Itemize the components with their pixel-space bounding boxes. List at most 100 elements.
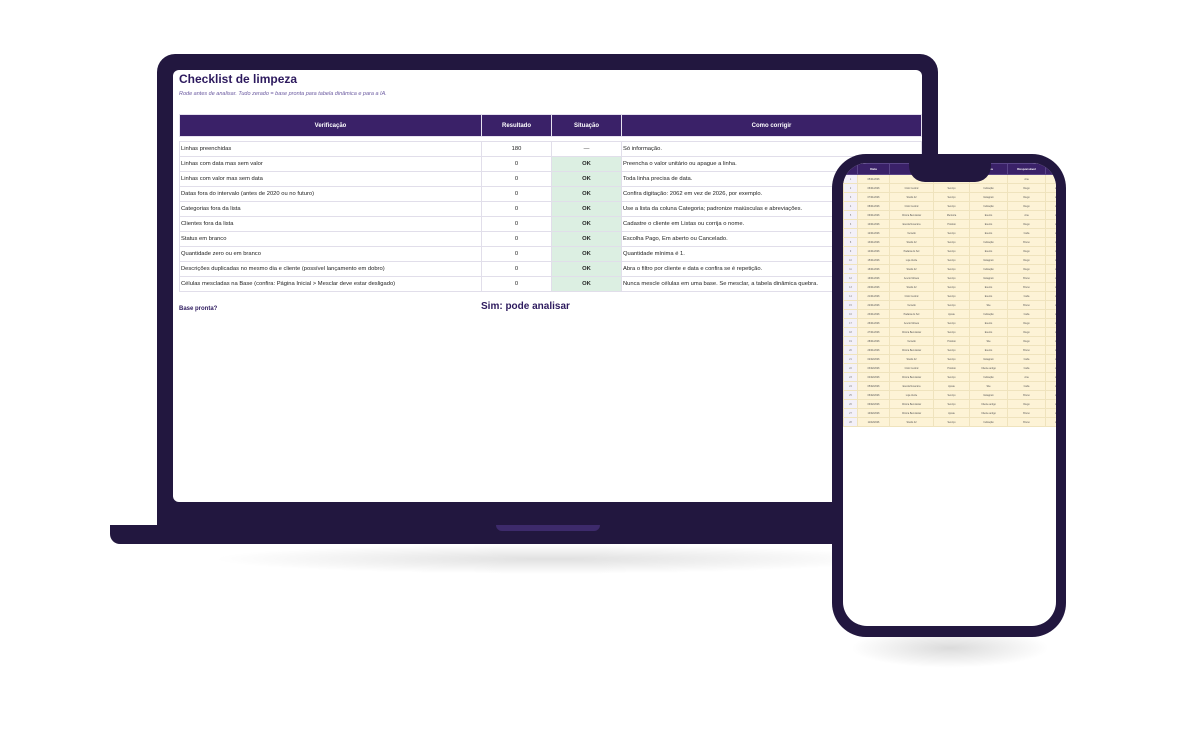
phone-cell[interactable]: Evento — [969, 318, 1008, 328]
phone-cell[interactable]: 10/01/2026 — [857, 219, 890, 229]
row-number[interactable]: 3 — [843, 192, 858, 202]
phone-cell[interactable]: Indicação — [969, 201, 1008, 211]
phone-cell[interactable]: Loja Verde — [889, 390, 934, 400]
phone-cell[interactable]: Indicação — [969, 183, 1008, 193]
row-number[interactable]: 16 — [843, 309, 858, 319]
phone-cell[interactable]: Site — [969, 300, 1008, 310]
phone-cell[interactable]: Clínica Bem-Estar — [889, 372, 934, 382]
phone-cell[interactable]: L — [1045, 318, 1056, 328]
cell-status[interactable]: OK — [551, 171, 622, 187]
phone-cell[interactable]: Produto — [933, 219, 970, 229]
row-number[interactable]: 12 — [843, 273, 858, 283]
cell-status[interactable]: OK — [551, 216, 622, 232]
phone-cell[interactable]: 19/01/2026 — [857, 273, 890, 283]
phone-cell[interactable]: Serviço — [933, 192, 970, 202]
phone-cell[interactable]: 26/01/2026 — [857, 318, 890, 328]
phone-cell[interactable]: Diego — [1007, 264, 1046, 274]
cell-result[interactable]: 0 — [481, 171, 552, 187]
phone-cell[interactable]: L — [1045, 354, 1056, 364]
phone-cell[interactable]: Serviço — [933, 372, 970, 382]
phone-cell[interactable]: Evento — [969, 228, 1008, 238]
phone-column-header[interactable]: Responsável — [1007, 163, 1046, 175]
phone-cell[interactable]: 12/01/2026 — [857, 228, 890, 238]
row-number[interactable]: 25 — [843, 390, 858, 400]
phone-cell[interactable]: Cliente antigo — [969, 399, 1008, 409]
phone-cell[interactable]: L — [1045, 372, 1056, 382]
row-number[interactable]: 23 — [843, 372, 858, 382]
phone-column-header[interactable] — [1045, 163, 1056, 175]
cell-status[interactable]: OK — [551, 201, 622, 217]
phone-cell[interactable]: Indicação — [969, 309, 1008, 319]
column-header-result[interactable]: Resultado — [481, 114, 552, 137]
phone-cell[interactable]: Vercello — [889, 228, 934, 238]
phone-cell[interactable]: Clínica Bem-Estar — [889, 210, 934, 220]
phone-cell[interactable]: Serviço — [933, 183, 970, 193]
phone-cell[interactable]: Clínica Bem-Estar — [889, 345, 934, 355]
phone-cell[interactable]: Diego — [1007, 201, 1046, 211]
cell-result[interactable]: 180 — [481, 141, 552, 157]
phone-cell[interactable]: 16/01/2026 — [857, 264, 890, 274]
phone-cell[interactable]: Studio 42 — [889, 282, 934, 292]
phone-cell[interactable]: Instagram — [969, 255, 1008, 265]
phone-cell[interactable]: Indicação — [969, 372, 1008, 382]
row-number[interactable]: 27 — [843, 408, 858, 418]
cell-result[interactable]: 0 — [481, 156, 552, 172]
column-header-status[interactable]: Situação — [551, 114, 622, 137]
phone-cell[interactable]: L — [1045, 219, 1056, 229]
phone-cell[interactable]: 05/02/2026 — [857, 381, 890, 391]
row-number[interactable]: 21 — [843, 354, 858, 364]
phone-cell[interactable]: 08/01/2026 — [857, 201, 890, 211]
phone-cell[interactable]: Bruno — [1007, 300, 1046, 310]
phone-cell[interactable]: Ana — [1007, 210, 1046, 220]
phone-cell[interactable]: L — [1045, 390, 1056, 400]
phone-cell[interactable]: Bruno — [1007, 273, 1046, 283]
phone-cell[interactable]: 04/02/2026 — [857, 372, 890, 382]
phone-cell[interactable]: Vercello — [889, 336, 934, 346]
phone-cell[interactable]: Serviço — [933, 291, 970, 301]
phone-cell[interactable]: Serviço — [933, 390, 970, 400]
phone-cell[interactable]: 14/01/2026 — [857, 246, 890, 256]
phone-cell[interactable]: 09/01/2026 — [857, 210, 890, 220]
phone-cell[interactable]: L — [1045, 300, 1056, 310]
phone-cell[interactable]: Ajuste — [933, 408, 970, 418]
phone-cell[interactable]: 15/01/2026 — [857, 255, 890, 265]
cell-status[interactable]: OK — [551, 231, 622, 247]
row-number[interactable]: 15 — [843, 300, 858, 310]
cell-status[interactable]: OK — [551, 276, 622, 292]
row-number[interactable]: 26 — [843, 399, 858, 409]
phone-cell[interactable]: Diego — [1007, 327, 1046, 337]
phone-cell[interactable]: Serviço — [933, 399, 970, 409]
phone-cell[interactable]: Serviço — [933, 417, 970, 427]
phone-cell[interactable]: 05/01/2026 — [857, 174, 890, 184]
phone-cell[interactable]: L — [1045, 282, 1056, 292]
phone-cell[interactable]: Serviço — [933, 327, 970, 337]
phone-cell[interactable]: Escola Nova Era — [889, 219, 934, 229]
phone-cell[interactable]: Carla — [1007, 363, 1046, 373]
phone-cell[interactable]: Serviço — [933, 273, 970, 283]
row-number[interactable]: 4 — [843, 201, 858, 211]
phone-cell[interactable]: Indicação — [969, 237, 1008, 247]
row-number[interactable]: 18 — [843, 327, 858, 337]
phone-cell[interactable]: Evento — [969, 327, 1008, 337]
cell-status[interactable]: OK — [551, 186, 622, 202]
phone-cell[interactable]: Carla — [1007, 309, 1046, 319]
phone-cell[interactable]: Ciclo Central — [889, 183, 934, 193]
phone-cell[interactable]: Instagram — [969, 354, 1008, 364]
row-number[interactable]: 8 — [843, 237, 858, 247]
phone-cell[interactable]: L — [1045, 246, 1056, 256]
phone-cell[interactable]: Produto — [933, 336, 970, 346]
phone-cell[interactable]: Site — [969, 381, 1008, 391]
cell-check[interactable]: Clientes fora da lista — [179, 216, 482, 232]
phone-cell[interactable]: Cliente antigo — [969, 408, 1008, 418]
phone-cell[interactable]: Bruno — [1007, 282, 1046, 292]
phone-cell[interactable]: Bruno — [1007, 417, 1046, 427]
phone-cell[interactable]: 03/02/2026 — [857, 363, 890, 373]
cell-check[interactable]: Descrições duplicadas no mesmo dia e cli… — [179, 261, 482, 277]
cell-result[interactable]: 0 — [481, 201, 552, 217]
phone-cell[interactable]: Diego — [1007, 246, 1046, 256]
phone-cell[interactable]: Bruno — [1007, 345, 1046, 355]
cell-status[interactable]: OK — [551, 261, 622, 277]
phone-cell[interactable]: L — [1045, 363, 1056, 373]
column-header-fix[interactable]: Como corrigir — [621, 114, 922, 137]
phone-cell[interactable]: Ciclo Central — [889, 291, 934, 301]
